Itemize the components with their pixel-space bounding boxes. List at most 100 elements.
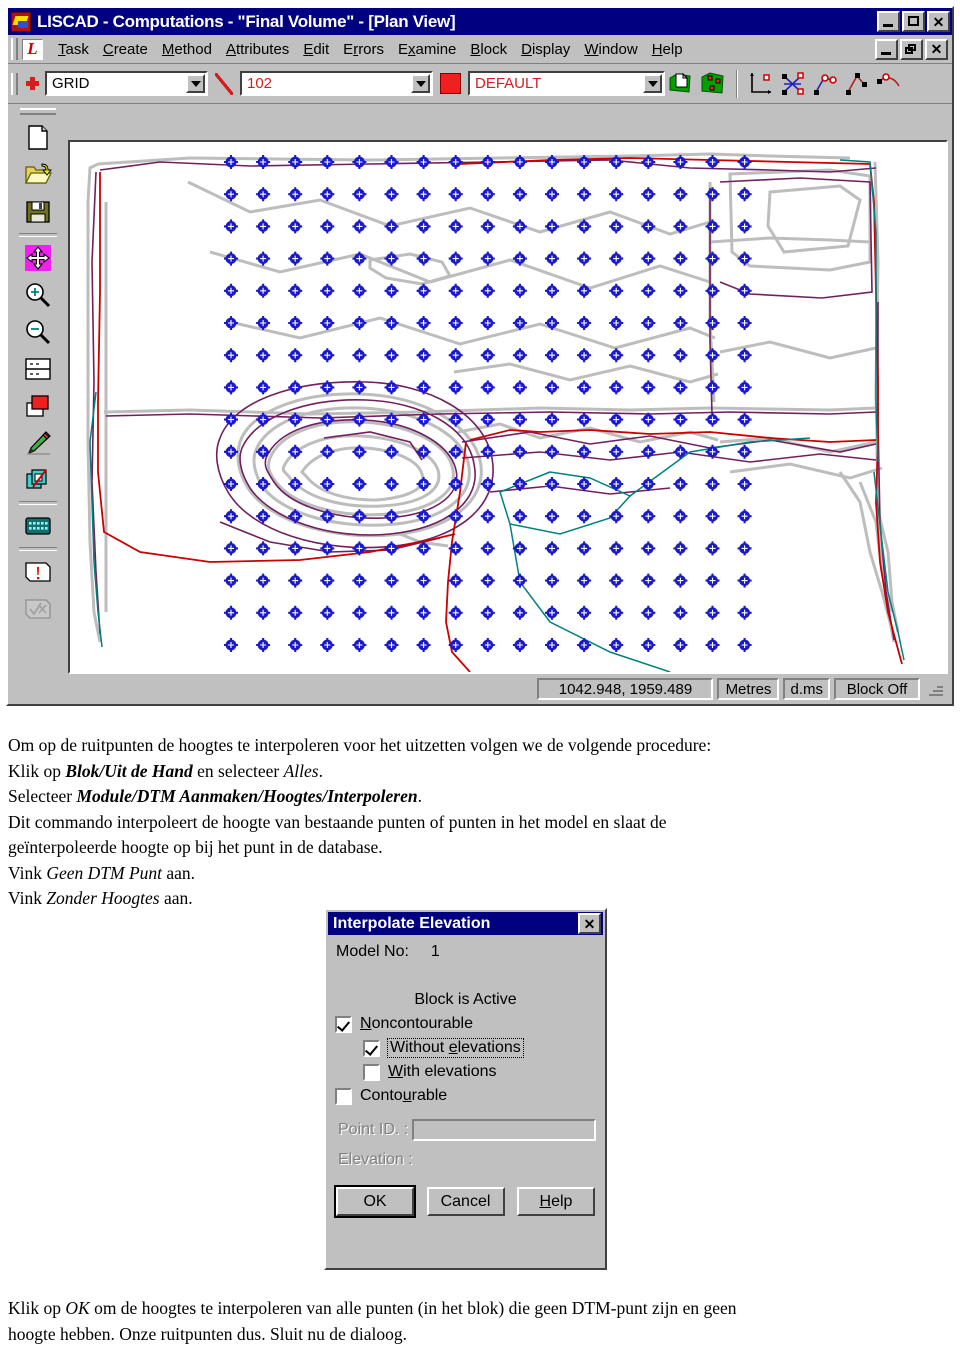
grid-point-circle-cross[interactable] <box>577 477 591 491</box>
grid-point-circle-cross[interactable] <box>513 348 527 362</box>
grid-point-circle-cross[interactable] <box>513 638 527 652</box>
grid-point-circle-cross[interactable] <box>513 445 527 459</box>
grid-point-circle-cross[interactable] <box>352 509 366 523</box>
close-icon[interactable]: ✕ <box>927 11 950 32</box>
grid-point-circle-cross[interactable] <box>641 606 655 620</box>
grid-point-circle-cross[interactable] <box>224 284 238 298</box>
curve-icon[interactable] <box>876 70 902 98</box>
grid-point-circle-cross[interactable] <box>481 380 495 394</box>
contourable-checkbox[interactable]: Contourable <box>335 1087 596 1105</box>
grid-point-circle-cross[interactable] <box>224 219 238 233</box>
menu-item-examine[interactable]: Examine <box>391 39 463 60</box>
grid-point-circle-cross[interactable] <box>417 187 431 201</box>
grid-point-circle-cross[interactable] <box>385 284 399 298</box>
grid-point-circle-cross[interactable] <box>320 574 334 588</box>
grid-point-circle-cross[interactable] <box>224 541 238 555</box>
grid-point-circle-cross[interactable] <box>449 380 463 394</box>
grid-point-circle-cross[interactable] <box>673 606 687 620</box>
grid-point-circle-cross[interactable] <box>224 445 238 459</box>
grid-point-circle-cross[interactable] <box>320 445 334 459</box>
grid-point-circle-cross[interactable] <box>385 219 399 233</box>
code-combo-chevron-down-icon[interactable] <box>411 74 430 93</box>
mdi-close-icon[interactable]: ✕ <box>925 39 948 60</box>
menubar-drag-grip[interactable] <box>11 38 18 60</box>
grid-point-circle-cross[interactable] <box>641 348 655 362</box>
grid-point-circle-cross[interactable] <box>256 348 270 362</box>
grid-point-circle-cross[interactable] <box>352 187 366 201</box>
grid-point-circle-cross[interactable] <box>641 219 655 233</box>
style-combo[interactable]: DEFAULT <box>468 71 665 96</box>
grid-point-circle-cross[interactable] <box>417 606 431 620</box>
grid-point-circle-cross[interactable] <box>738 445 752 459</box>
grid-point-circle-cross[interactable] <box>385 316 399 330</box>
grid-point-circle-cross[interactable] <box>738 316 752 330</box>
grid-point-circle-cross[interactable] <box>609 187 623 201</box>
toolbar-drag-grip[interactable] <box>11 73 18 95</box>
grid-point-circle-cross[interactable] <box>385 638 399 652</box>
plan-view-canvas[interactable] <box>68 140 948 674</box>
units-panel[interactable]: Metres <box>717 678 779 700</box>
grid-point-circle-cross[interactable] <box>288 187 302 201</box>
grid-point-circle-cross[interactable] <box>513 219 527 233</box>
grid-point-circle-cross[interactable] <box>609 316 623 330</box>
grid-point-circle-cross[interactable] <box>738 380 752 394</box>
cancel-button[interactable]: Cancel <box>427 1187 505 1216</box>
grid-point-circle-cross[interactable] <box>224 316 238 330</box>
grid-point-circle-cross[interactable] <box>641 574 655 588</box>
grid-point-circle-cross[interactable] <box>385 445 399 459</box>
grid-point-circle-cross[interactable] <box>513 380 527 394</box>
mdi-restore-icon[interactable] <box>900 39 923 60</box>
grid-point-circle-cross[interactable] <box>288 380 302 394</box>
grid-point-circle-cross[interactable] <box>481 187 495 201</box>
grid-point-circle-cross[interactable] <box>256 284 270 298</box>
grid-point-circle-cross[interactable] <box>706 541 720 555</box>
grid-point-circle-cross[interactable] <box>224 509 238 523</box>
grid-point-circle-cross[interactable] <box>738 638 752 652</box>
grid-point-circle-cross[interactable] <box>545 638 559 652</box>
grid-point-circle-cross[interactable] <box>609 509 623 523</box>
code-combo[interactable]: 102 <box>240 71 433 96</box>
grid-point-circle-cross[interactable] <box>385 541 399 555</box>
red-layer-icon[interactable] <box>21 389 55 423</box>
layer-combo[interactable]: GRID <box>45 71 208 96</box>
grid-point-circle-cross[interactable] <box>513 509 527 523</box>
grid-point-circle-cross[interactable] <box>256 219 270 233</box>
grid-point-circle-cross[interactable] <box>609 445 623 459</box>
menu-item-block[interactable]: Block <box>463 39 514 60</box>
grid-point-circle-cross[interactable] <box>609 541 623 555</box>
grid-point-circle-cross[interactable] <box>738 219 752 233</box>
grid-point-circle-cross[interactable] <box>706 252 720 266</box>
grid-point-circle-cross[interactable] <box>545 380 559 394</box>
grid-point-circle-cross[interactable] <box>417 316 431 330</box>
grid-point-circle-cross[interactable] <box>577 252 591 266</box>
grid-point-circle-cross[interactable] <box>481 316 495 330</box>
grid-point-circle-cross[interactable] <box>609 413 623 427</box>
with-elevations-checkbox[interactable]: With elevations <box>363 1063 596 1081</box>
warning-errors-icon[interactable] <box>21 555 55 589</box>
grid-point-circle-cross[interactable] <box>288 155 302 169</box>
grid-point-circle-cross[interactable] <box>224 574 238 588</box>
grid-point-circle-cross[interactable] <box>577 638 591 652</box>
grid-point-circle-cross[interactable] <box>256 380 270 394</box>
grid-point-circle-cross[interactable] <box>352 284 366 298</box>
menu-item-method[interactable]: Method <box>155 39 219 60</box>
menu-item-window[interactable]: Window <box>577 39 644 60</box>
point-id-input[interactable] <box>412 1119 596 1141</box>
grid-point-circle-cross[interactable] <box>545 477 559 491</box>
grid-point-circle-cross[interactable] <box>224 380 238 394</box>
grid-point-circle-cross[interactable] <box>545 252 559 266</box>
grid-point-circle-cross[interactable] <box>256 252 270 266</box>
grid-point-circle-cross[interactable] <box>609 574 623 588</box>
grid-point-circle-cross[interactable] <box>673 509 687 523</box>
grid-point-circle-cross[interactable] <box>577 606 591 620</box>
grid-point-circle-cross[interactable] <box>706 380 720 394</box>
grid-point-circle-cross[interactable] <box>706 477 720 491</box>
grid-point-circle-cross[interactable] <box>256 155 270 169</box>
grid-point-circle-cross[interactable] <box>481 638 495 652</box>
grid-point-circle-cross[interactable] <box>706 284 720 298</box>
grid-point-circle-cross[interactable] <box>706 638 720 652</box>
help-button[interactable]: Help <box>517 1187 595 1216</box>
grid-point-circle-cross[interactable] <box>641 638 655 652</box>
red-line-icon[interactable] <box>213 71 235 97</box>
grid-point-circle-cross[interactable] <box>256 187 270 201</box>
